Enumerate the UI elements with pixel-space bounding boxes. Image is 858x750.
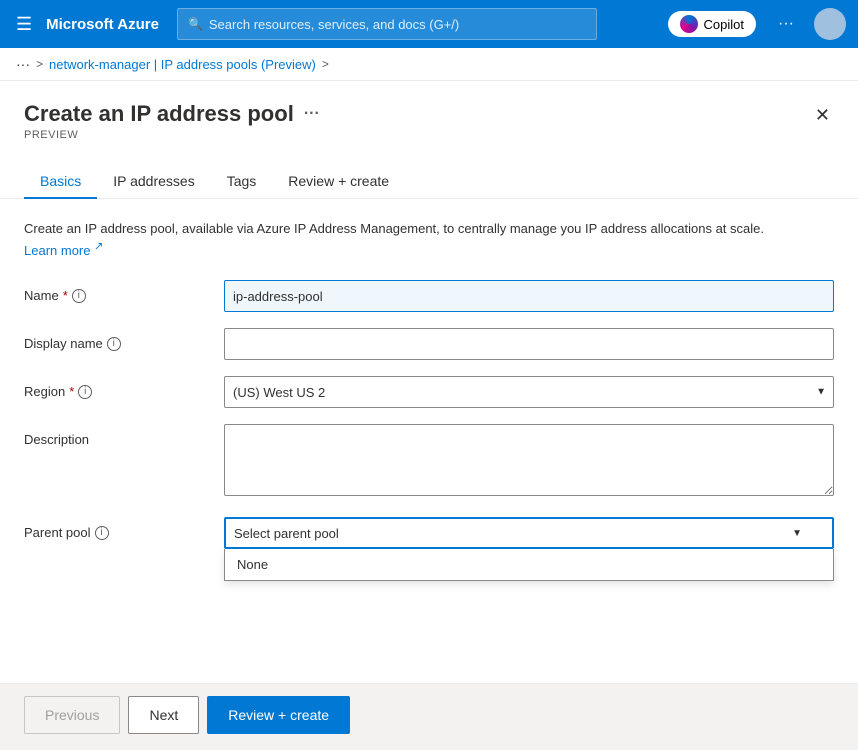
description-label: Description	[24, 424, 224, 447]
region-select[interactable]: (US) West US 2 (US) East US (US) East US…	[224, 376, 834, 408]
description-textarea-wrap	[224, 424, 834, 501]
tab-basics[interactable]: Basics	[24, 165, 97, 199]
info-text: Create an IP address pool, available via…	[24, 221, 764, 236]
display-name-field-row: Display name i	[24, 328, 834, 360]
parent-pool-container: Select parent pool ▼ None	[224, 517, 834, 549]
name-info-icon[interactable]: i	[72, 289, 86, 303]
tab-tags[interactable]: Tags	[211, 165, 273, 199]
panel-content: Create an IP address pool, available via…	[0, 199, 858, 683]
parent-pool-field-row: Parent pool i Select parent pool ▼ None	[24, 517, 834, 549]
panel-header: Create an IP address pool ··· PREVIEW ✕	[0, 81, 858, 141]
region-select-wrap: (US) West US 2 (US) East US (US) East US…	[224, 376, 834, 408]
search-icon: 🔍	[188, 17, 203, 31]
parent-pool-select[interactable]: Select parent pool ▼	[224, 517, 834, 549]
tab-review-create[interactable]: Review + create	[272, 165, 405, 199]
name-required-star: *	[63, 288, 68, 303]
copilot-button[interactable]: Copilot	[668, 11, 756, 37]
name-field-row: Name * i	[24, 280, 834, 312]
search-bar[interactable]: 🔍 Search resources, services, and docs (…	[177, 8, 597, 40]
parent-pool-control-wrap: Select parent pool ▼ None	[224, 517, 834, 549]
region-required-star: *	[69, 384, 74, 399]
learn-more-link[interactable]: Learn more ↗	[24, 243, 103, 258]
description-textarea[interactable]	[224, 424, 834, 496]
panel-title: Create an IP address pool ···	[24, 101, 320, 127]
azure-logo: Microsoft Azure	[46, 16, 159, 33]
description-field-row: Description	[24, 424, 834, 501]
dropdown-item-none[interactable]: None	[225, 549, 833, 580]
previous-button[interactable]: Previous	[24, 696, 120, 734]
panel-preview-label: PREVIEW	[24, 129, 320, 141]
hamburger-icon[interactable]: ☰	[12, 10, 36, 39]
display-name-input[interactable]	[224, 328, 834, 360]
close-button[interactable]: ✕	[811, 101, 834, 130]
breadcrumb-sep1: >	[36, 57, 43, 71]
search-placeholder-text: Search resources, services, and docs (G+…	[209, 17, 459, 32]
panel-title-ellipsis[interactable]: ···	[304, 105, 320, 123]
nav-icons: ···	[772, 9, 800, 39]
main-panel: Create an IP address pool ··· PREVIEW ✕ …	[0, 81, 858, 746]
next-button[interactable]: Next	[128, 696, 199, 734]
breadcrumb-ellipsis[interactable]: ···	[16, 56, 30, 72]
parent-pool-dropdown: None	[224, 549, 834, 581]
nav-more-button[interactable]: ···	[772, 9, 800, 39]
region-label: Region * i	[24, 376, 224, 399]
panel-footer: Previous Next Review + create	[0, 683, 858, 746]
name-label: Name * i	[24, 280, 224, 303]
display-name-info-icon[interactable]: i	[107, 337, 121, 351]
top-nav: ☰ Microsoft Azure 🔍 Search resources, se…	[0, 0, 858, 48]
panel-title-block: Create an IP address pool ··· PREVIEW	[24, 101, 320, 141]
display-name-label: Display name i	[24, 328, 224, 351]
region-select-wrapper: (US) West US 2 (US) East US (US) East US…	[224, 376, 834, 408]
user-avatar[interactable]	[814, 8, 846, 40]
copilot-label: Copilot	[704, 17, 744, 32]
copilot-gem-icon	[680, 15, 698, 33]
name-input[interactable]	[224, 280, 834, 312]
parent-pool-label: Parent pool i	[24, 517, 224, 540]
name-input-wrap	[224, 280, 834, 312]
review-create-button[interactable]: Review + create	[207, 696, 350, 734]
region-field-row: Region * i (US) West US 2 (US) East US (…	[24, 376, 834, 408]
region-info-icon[interactable]: i	[78, 385, 92, 399]
info-banner: Create an IP address pool, available via…	[24, 219, 834, 260]
breadcrumb-link[interactable]: network-manager | IP address pools (Prev…	[49, 57, 316, 72]
breadcrumb: ··· > network-manager | IP address pools…	[0, 48, 858, 81]
display-name-input-wrap	[224, 328, 834, 360]
tabs: Basics IP addresses Tags Review + create	[0, 149, 858, 199]
parent-pool-chevron-icon: ▼	[792, 528, 802, 539]
external-link-icon: ↗	[94, 241, 103, 253]
breadcrumb-sep2: >	[322, 57, 329, 71]
parent-pool-info-icon[interactable]: i	[95, 526, 109, 540]
parent-pool-placeholder: Select parent pool	[234, 526, 339, 541]
tab-ip-addresses[interactable]: IP addresses	[97, 165, 210, 199]
